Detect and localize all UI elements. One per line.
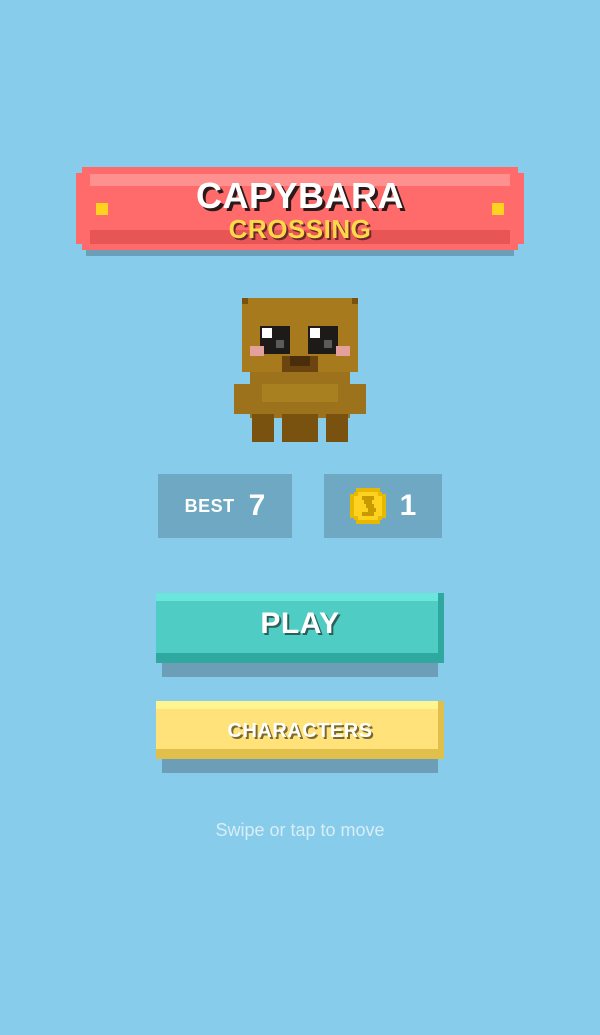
best-score-panel: BEST 7 (158, 474, 292, 538)
game-subtitle: CROSSING (228, 214, 372, 244)
best-score-value: 7 (248, 489, 266, 522)
characters-button-highlight (156, 701, 444, 709)
best-score-label: BEST (184, 495, 235, 516)
play-button-label: PLAY (260, 607, 340, 640)
game-title: CAPYBARA (195, 175, 404, 216)
play-button-bottom (156, 653, 444, 663)
characters-button-bottom (156, 749, 444, 759)
coin-icon (349, 488, 386, 524)
play-button-highlight (156, 593, 444, 601)
characters-button[interactable]: CHARACTERS (156, 701, 444, 773)
characters-button-shadow (162, 759, 438, 773)
capybara-character-icon (234, 298, 366, 442)
coin-count-panel: 1 (324, 474, 442, 538)
coin-count-value: 1 (399, 489, 417, 522)
controls-hint: Swipe or tap to move (215, 820, 385, 840)
play-button-shadow (162, 663, 438, 677)
characters-button-label: CHARACTERS (227, 720, 373, 742)
title-banner: CAPYBARA CROSSING (76, 167, 524, 250)
play-button[interactable]: PLAY (156, 593, 444, 677)
